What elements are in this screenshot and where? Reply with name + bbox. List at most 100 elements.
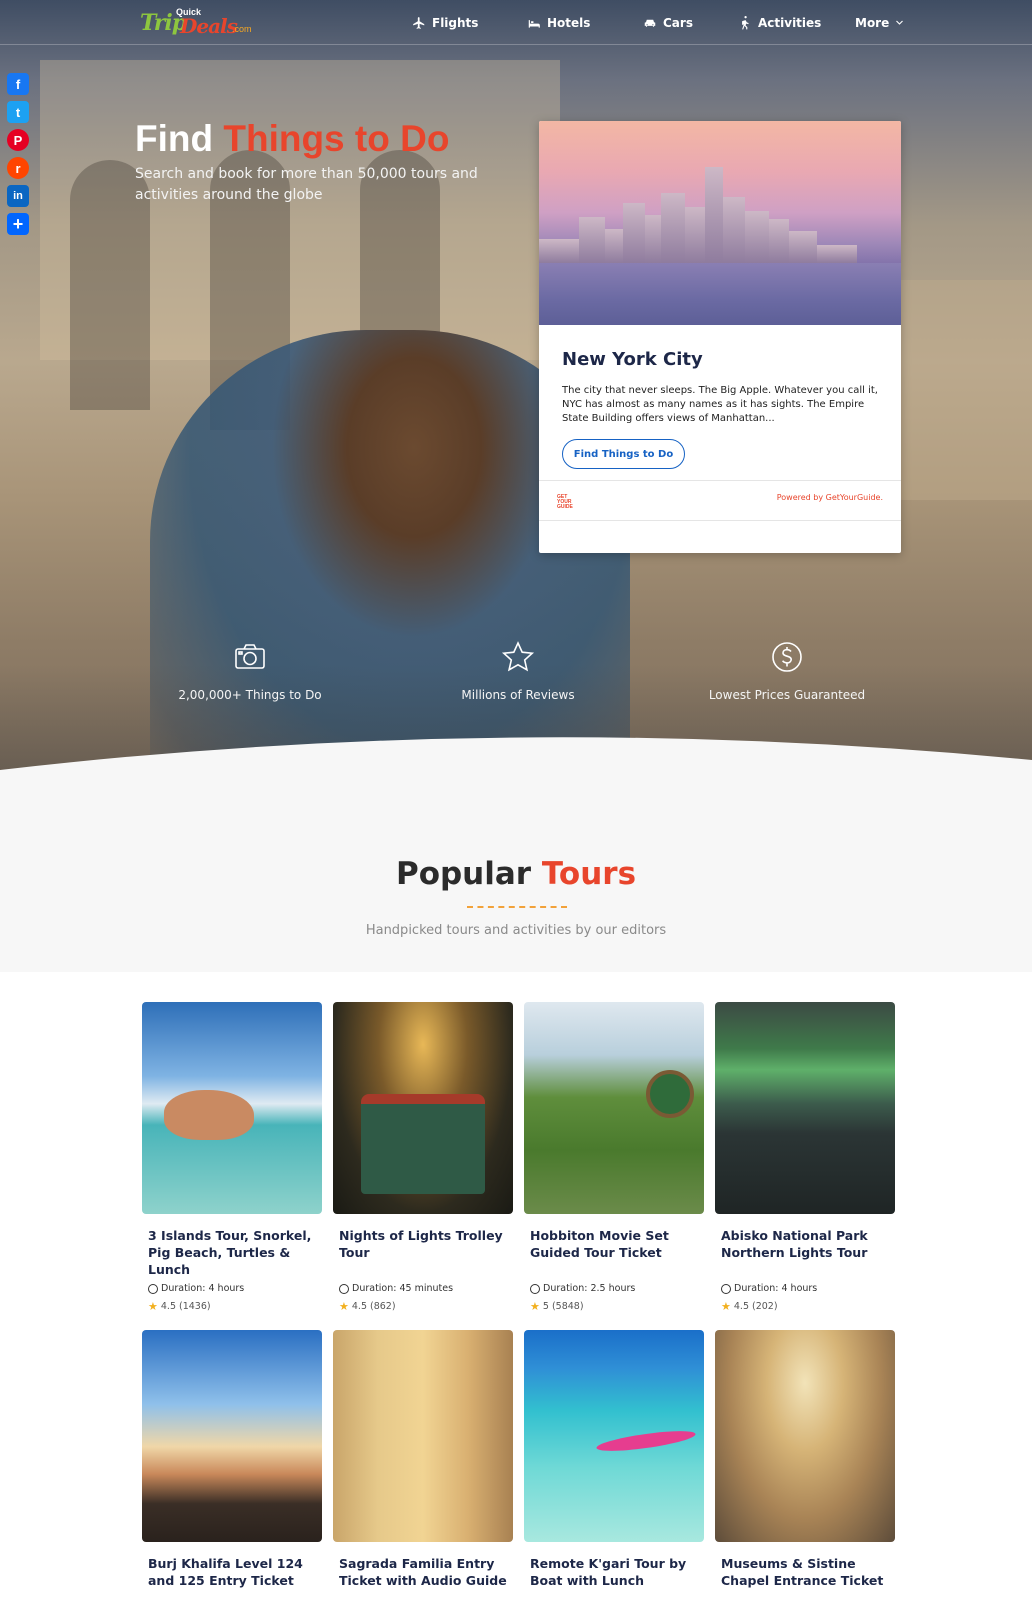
tour-card[interactable]: Burj Khalifa Level 124 and 125 Entry Tic… bbox=[142, 1330, 322, 1600]
tour-image-vatican-museums bbox=[715, 1330, 895, 1542]
site-logo[interactable]: Trip Quick Deals .com bbox=[140, 7, 260, 38]
logo-deals: Deals bbox=[180, 14, 238, 38]
tour-duration: Duration: 45 minutes bbox=[333, 1283, 513, 1294]
reddit-icon: r bbox=[15, 160, 21, 176]
nav-label: Cars bbox=[663, 15, 693, 30]
camera-icon bbox=[233, 640, 267, 674]
tour-card[interactable]: Sagrada Familia Entry Ticket with Audio … bbox=[333, 1330, 513, 1600]
facebook-share-button[interactable]: f bbox=[7, 73, 29, 95]
tour-card[interactable]: Museums & Sistine Chapel Entrance Ticket bbox=[715, 1330, 895, 1600]
clock-icon bbox=[339, 1283, 349, 1294]
nav-more[interactable]: More bbox=[855, 0, 904, 45]
skyline-building bbox=[579, 217, 605, 263]
star-icon: ★ bbox=[530, 1300, 540, 1313]
nav-flights[interactable]: Flights bbox=[412, 0, 478, 45]
title-underline bbox=[467, 906, 567, 908]
tour-card[interactable]: Remote K'gari Tour by Boat with Lunch bbox=[524, 1330, 704, 1600]
card-divider bbox=[539, 480, 901, 481]
tour-card[interactable]: Abisko National Park Northern Lights Tou… bbox=[715, 1002, 895, 1313]
rating-text: 5 (5848) bbox=[542, 1301, 584, 1312]
share-button[interactable]: + bbox=[7, 213, 29, 235]
trolley-shape bbox=[361, 1094, 485, 1194]
linkedin-icon: in bbox=[13, 190, 23, 202]
twitter-icon: t bbox=[15, 104, 21, 120]
getyourguide-logo: GET YOUR GUIDE bbox=[557, 494, 573, 510]
nav-cars[interactable]: Cars bbox=[643, 0, 693, 45]
new-york-skyline-image bbox=[539, 121, 901, 325]
clock-icon bbox=[148, 1283, 158, 1294]
pinterest-share-button[interactable]: P bbox=[7, 129, 29, 151]
tour-card[interactable]: Hobbiton Movie Set Guided Tour Ticket Du… bbox=[524, 1002, 704, 1313]
reddit-share-button[interactable]: r bbox=[7, 157, 29, 179]
tour-rating: ★ 4.5 (202) bbox=[715, 1300, 895, 1313]
popular-tours-title: Popular Tours bbox=[0, 856, 1032, 892]
popular-title-accent: Tours bbox=[541, 856, 637, 892]
card-description: The city that never sleeps. The Big Appl… bbox=[562, 385, 878, 424]
tour-title: 3 Islands Tour, Snorkel, Pig Beach, Turt… bbox=[148, 1228, 312, 1277]
duration-text: Duration: 45 minutes bbox=[352, 1283, 454, 1294]
bed-icon bbox=[528, 19, 540, 28]
plus-icon: + bbox=[12, 213, 24, 234]
duration-text: Duration: 4 hours bbox=[734, 1283, 818, 1294]
hiking-icon bbox=[742, 15, 749, 29]
tour-title: Burj Khalifa Level 124 and 125 Entry Tic… bbox=[148, 1556, 303, 1588]
tour-rating: ★ 4.5 (1436) bbox=[142, 1300, 322, 1313]
hero-title-accent: Things to Do bbox=[223, 118, 450, 159]
rating-text: 4.5 (1436) bbox=[160, 1301, 211, 1312]
hero-title: Find Things to Do bbox=[135, 118, 449, 160]
chevron-down-icon bbox=[896, 20, 904, 25]
tour-duration: Duration: 4 hours bbox=[142, 1283, 322, 1294]
powered-by-link[interactable]: Powered by GetYourGuide. bbox=[777, 493, 883, 502]
skyline-building bbox=[623, 203, 645, 263]
logo-com: .com bbox=[232, 24, 252, 34]
tour-image-trolley bbox=[333, 1002, 513, 1214]
tour-title: Hobbiton Movie Set Guided Tour Ticket bbox=[530, 1228, 669, 1260]
feature-things-to-do: 2,00,000+ Things to Do bbox=[120, 640, 380, 702]
car-icon bbox=[644, 19, 656, 27]
skyline-building bbox=[745, 211, 769, 263]
skyline-tower bbox=[705, 167, 723, 263]
nav-label: Activities bbox=[758, 15, 822, 30]
rating-text: 4.5 (862) bbox=[351, 1301, 396, 1312]
kayak-shape bbox=[595, 1427, 697, 1455]
popular-title-plain: Popular bbox=[395, 856, 532, 892]
hobbit-door bbox=[646, 1070, 694, 1118]
tour-image-pig-beach bbox=[142, 1002, 322, 1214]
card-divider bbox=[539, 520, 901, 521]
clock-icon bbox=[721, 1283, 731, 1294]
twitter-share-button[interactable]: t bbox=[7, 101, 29, 123]
nav-activities[interactable]: Activities bbox=[738, 0, 821, 45]
hero-bottom-curve bbox=[0, 737, 1032, 804]
find-things-to-do-button[interactable]: Find Things to Do bbox=[562, 439, 685, 469]
star-icon: ★ bbox=[721, 1300, 731, 1313]
skyline-building bbox=[661, 193, 685, 263]
nav-hotels[interactable]: Hotels bbox=[527, 0, 590, 45]
skyline-building bbox=[723, 197, 745, 263]
tour-image-sagrada-familia bbox=[333, 1330, 513, 1542]
star-icon bbox=[501, 640, 535, 674]
river-water bbox=[539, 263, 901, 325]
star-icon: ★ bbox=[148, 1300, 158, 1313]
skyline-building bbox=[539, 239, 579, 263]
linkedin-share-button[interactable]: in bbox=[7, 185, 29, 207]
clock-icon bbox=[530, 1283, 540, 1294]
skyline-building bbox=[645, 215, 661, 263]
building-right bbox=[880, 280, 1032, 500]
tour-rating: ★ 4.5 (862) bbox=[333, 1300, 513, 1313]
facebook-icon: f bbox=[15, 76, 21, 92]
tour-card[interactable]: Nights of Lights Trolley Tour Duration: … bbox=[333, 1002, 513, 1313]
tour-image-hobbiton bbox=[524, 1002, 704, 1214]
skyline-building bbox=[605, 229, 623, 263]
nav-label: Hotels bbox=[547, 15, 591, 30]
tour-title: Remote K'gari Tour by Boat with Lunch bbox=[530, 1556, 687, 1588]
tour-image-kgari-boat bbox=[524, 1330, 704, 1542]
feature-reviews: Millions of Reviews bbox=[388, 640, 648, 702]
feature-prices: Lowest Prices Guaranteed bbox=[657, 640, 917, 702]
tour-card[interactable]: 3 Islands Tour, Snorkel, Pig Beach, Turt… bbox=[142, 1002, 322, 1313]
skyline-building bbox=[685, 207, 705, 263]
tour-duration: Duration: 4 hours bbox=[715, 1283, 895, 1294]
duration-text: Duration: 2.5 hours bbox=[543, 1283, 636, 1294]
pig-shape bbox=[164, 1090, 254, 1140]
tour-image-northern-lights bbox=[715, 1002, 895, 1214]
tour-title: Abisko National Park Northern Lights Tou… bbox=[721, 1228, 868, 1260]
